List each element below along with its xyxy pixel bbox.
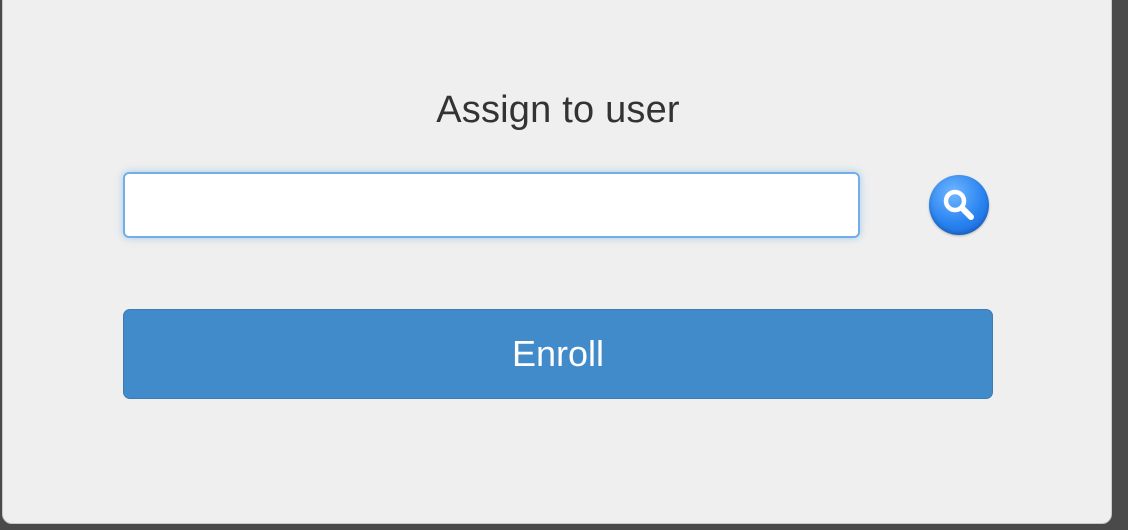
search-icon [943, 189, 974, 220]
user-search-input[interactable] [123, 172, 860, 238]
enroll-button[interactable]: Enroll [123, 309, 993, 399]
search-button[interactable] [929, 175, 989, 235]
assign-user-panel: Assign to user Enroll [2, 0, 1112, 524]
panel-title: Assign to user [436, 89, 680, 131]
